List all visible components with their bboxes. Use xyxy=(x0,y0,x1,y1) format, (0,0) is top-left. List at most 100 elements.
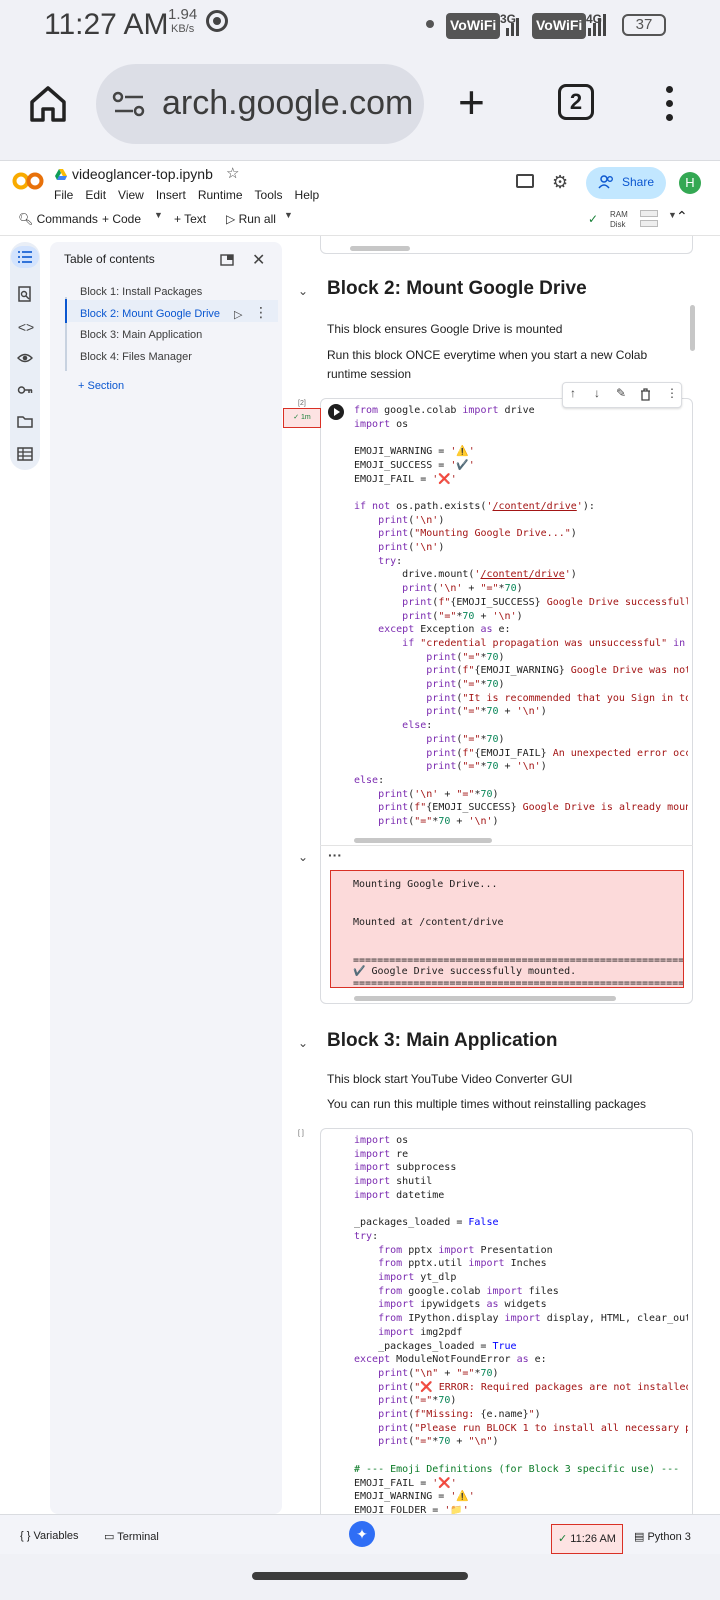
code-editor[interactable]: import os import re import subprocess im… xyxy=(354,1134,688,1514)
gesture-handle[interactable] xyxy=(252,1572,468,1580)
google-drive-icon xyxy=(55,169,67,180)
menu-bar: File Edit View Insert Runtime Tools Help xyxy=(54,188,319,202)
collapse-chevron-icon[interactable]: ⌃ xyxy=(676,208,688,225)
vowifi-badge: VoWiFi xyxy=(446,13,501,39)
avatar[interactable]: H xyxy=(679,172,701,194)
tab-switcher-button[interactable]: 2 xyxy=(558,84,594,120)
disk-bar xyxy=(640,220,658,227)
variables-label: Variables xyxy=(33,1530,79,1542)
output-line: ✔️ Google Drive successfully mounted. xyxy=(353,966,577,977)
toc-icon[interactable] xyxy=(17,249,33,265)
notebook-title[interactable]: videoglancer-top.ipynb xyxy=(72,166,213,182)
toc-item-block2[interactable]: Block 2: Mount Google Drive xyxy=(80,308,220,320)
disk-label: Disk xyxy=(610,220,626,229)
colab-logo-icon xyxy=(12,172,44,190)
add-section-button[interactable]: + Section xyxy=(78,380,124,392)
url-text[interactable]: arch.google.com xyxy=(162,84,412,123)
terminal-button[interactable]: ▭ Terminal xyxy=(104,1530,159,1543)
commands-label: Commands xyxy=(36,212,98,226)
exec-time: 1m xyxy=(301,414,311,421)
variables-button[interactable]: { } Variables xyxy=(20,1530,79,1542)
menu-insert[interactable]: Insert xyxy=(156,188,186,202)
speed-unit: KB/s xyxy=(170,23,195,35)
gear-icon[interactable]: ⚙ xyxy=(552,172,568,193)
menu-file[interactable]: File xyxy=(54,188,73,202)
code-snippets-icon[interactable]: <> xyxy=(17,318,35,336)
scrollbar[interactable] xyxy=(350,246,410,251)
exec-count: [2] xyxy=(298,400,306,407)
check-icon: ✓ xyxy=(558,1533,568,1545)
kernel-button[interactable]: ▤ Python 3 xyxy=(634,1530,691,1543)
new-tab-button[interactable]: + xyxy=(458,79,485,125)
comment-icon[interactable] xyxy=(516,174,534,188)
toc-item-block3[interactable]: Block 3: Main Application xyxy=(80,329,202,341)
menu-view[interactable]: View xyxy=(118,188,144,202)
section-heading: Block 3: Main Application xyxy=(327,1030,558,1051)
signal-icon xyxy=(586,14,606,36)
cell-output: Mounting Google Drive... Mounted at /con… xyxy=(330,870,684,989)
vertical-scrollbar[interactable] xyxy=(690,305,695,351)
run-section-icon[interactable]: ▷ xyxy=(234,308,242,321)
move-down-icon[interactable]: ↓ xyxy=(594,386,600,400)
text-paragraph: This block ensures Google Drive is mount… xyxy=(327,322,563,336)
close-icon[interactable]: ✕ xyxy=(252,250,265,270)
collapse-chevron-icon[interactable]: ⌄ xyxy=(298,284,308,298)
collapse-chevron-icon[interactable]: ⌄ xyxy=(298,850,308,864)
delete-icon[interactable] xyxy=(640,388,651,401)
speed-value: 1.94 xyxy=(168,6,198,23)
menu-edit[interactable]: Edit xyxy=(85,188,106,202)
add-code-button[interactable]: + Code xyxy=(102,212,141,226)
toc-item-block4[interactable]: Block 4: Files Manager xyxy=(80,351,192,363)
menu-help[interactable]: Help xyxy=(295,188,320,202)
site-settings-icon[interactable] xyxy=(112,90,146,118)
output-line: ========================================… xyxy=(353,978,683,989)
key-icon[interactable] xyxy=(17,382,33,398)
run-all-button[interactable]: ▷ Run all xyxy=(226,212,276,226)
text-paragraph: You can run this multiple times without … xyxy=(327,1097,647,1111)
clock: 11:27 AM xyxy=(44,8,169,41)
ram-bar xyxy=(640,210,658,217)
table-icon[interactable] xyxy=(17,446,33,462)
gemini-icon[interactable]: ✦ xyxy=(349,1521,375,1547)
chevron-down-icon[interactable]: ▼ xyxy=(154,210,163,220)
server-icon: ▤ xyxy=(634,1531,645,1543)
toc-item-block1[interactable]: Block 1: Install Packages xyxy=(80,286,202,298)
exec-status-badge: ✓ 1m xyxy=(283,408,321,428)
secrets-eye-icon[interactable] xyxy=(17,350,33,366)
browser-menu-icon[interactable] xyxy=(666,86,676,126)
exec-count: [ ] xyxy=(298,1130,304,1137)
find-replace-icon[interactable] xyxy=(17,286,33,302)
output-line: Mounted at /content/drive xyxy=(353,917,504,928)
last-run-status[interactable]: ✓ 11:26 AM xyxy=(551,1524,623,1554)
run-cell-button[interactable] xyxy=(328,404,344,420)
resource-monitor[interactable]: RAM Disk xyxy=(610,210,628,230)
menu-tools[interactable]: Tools xyxy=(255,188,283,202)
move-up-icon[interactable]: ↑ xyxy=(570,386,576,400)
scrollbar[interactable] xyxy=(354,838,492,843)
add-text-button[interactable]: + Text xyxy=(174,212,206,226)
run-all-label: Run all xyxy=(238,212,276,226)
commands-button[interactable]: 🔍︎ Commands xyxy=(18,212,98,226)
edit-icon[interactable]: ✎ xyxy=(616,386,626,400)
people-icon xyxy=(598,175,613,189)
home-icon[interactable] xyxy=(28,84,68,124)
collapse-chevron-icon[interactable]: ⌄ xyxy=(298,1036,308,1050)
folder-icon[interactable] xyxy=(17,414,33,430)
code-editor[interactable]: from google.colab import drive import os… xyxy=(354,404,688,834)
vowifi-badge: VoWiFi xyxy=(532,13,587,39)
open-in-tab-icon[interactable] xyxy=(220,254,234,266)
battery-icon: 37 xyxy=(622,14,666,36)
terminal-label: Terminal xyxy=(117,1531,159,1543)
previous-cell[interactable] xyxy=(320,236,693,254)
menu-runtime[interactable]: Runtime xyxy=(198,188,243,202)
section-heading: Block 2: Mount Google Drive xyxy=(327,278,587,299)
terminal-icon: ▭ xyxy=(104,1531,115,1543)
more-vert-icon[interactable]: ⋮ xyxy=(666,386,678,400)
scrollbar[interactable] xyxy=(354,996,616,1001)
output-actions-icon[interactable]: ··· xyxy=(328,848,342,862)
star-icon[interactable]: ☆ xyxy=(226,164,239,182)
more-vert-icon[interactable]: ⋮ xyxy=(254,305,268,319)
play-icon: ▷ xyxy=(226,212,236,226)
chevron-down-icon[interactable]: ▼ xyxy=(284,210,293,220)
